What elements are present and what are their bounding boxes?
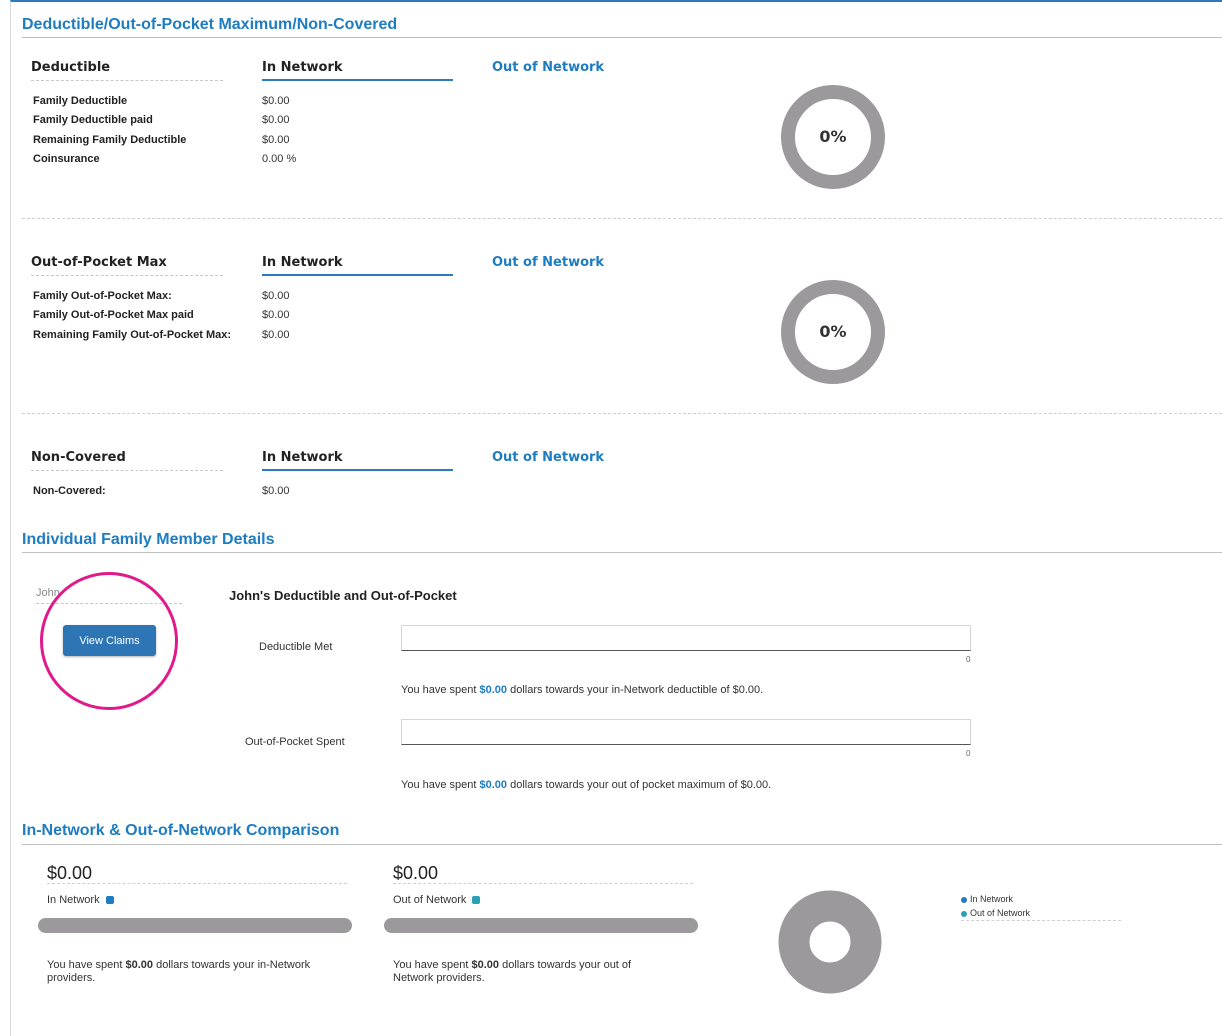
- legend-divider: [961, 920, 1121, 921]
- note-amount: $0.00: [471, 959, 500, 971]
- member-name[interactable]: John: [36, 587, 60, 599]
- in-network-heading: In Network: [262, 450, 343, 465]
- oop-progress-ring: 0%: [781, 280, 885, 384]
- in-network-amount: $0.00: [47, 863, 93, 883]
- view-claims-button[interactable]: View Claims: [63, 625, 156, 656]
- section-title-summary: Deductible/Out-of-Pocket Maximum/Non-Cov…: [22, 16, 398, 33]
- row-label: Remaining Family Out-of-Pocket Max:: [33, 329, 232, 341]
- in-network-heading: In Network: [262, 60, 343, 75]
- member-divider: [36, 603, 182, 604]
- out-network-swatch-icon: [472, 896, 481, 905]
- in-network-heading: In Network: [262, 255, 343, 270]
- axis-zero-label: 0: [966, 749, 971, 758]
- note-amount: $0.00: [125, 959, 154, 971]
- deductible-percent: 0%: [819, 127, 846, 146]
- out-network-tab[interactable]: Out of Network: [492, 450, 604, 465]
- row-value: $0.00: [262, 329, 290, 341]
- legend-label: In Network: [970, 894, 1014, 904]
- out-network-bar: [384, 918, 698, 933]
- row-label: Non-Covered:: [33, 485, 106, 497]
- out-network-tab[interactable]: Out of Network: [492, 60, 604, 75]
- section-title-members: Individual Family Member Details: [22, 531, 275, 548]
- in-network-bar: [38, 918, 352, 933]
- axis-zero-label: 0: [966, 655, 971, 664]
- note-text: You have spent: [401, 684, 480, 696]
- section-title-comparison: In-Network & Out-of-Network Comparison: [22, 822, 340, 839]
- in-network-swatch-icon: [105, 896, 114, 905]
- heading-divider: [31, 470, 223, 471]
- legend-item-out-network: Out of Network: [961, 908, 1030, 918]
- in-network-label: In Network: [47, 894, 114, 906]
- legend-dot-icon: [961, 896, 967, 903]
- note-text: You have spent: [47, 959, 126, 971]
- section-rule: [22, 37, 1222, 38]
- note-amount: $0.00: [479, 684, 508, 696]
- row-value: $0.00: [262, 290, 290, 302]
- out-network-label: Out of Network: [393, 894, 481, 906]
- deductible-met-bar: [401, 625, 971, 651]
- row-label: Remaining Family Deductible: [33, 134, 187, 146]
- donut-track: [778, 890, 882, 994]
- row-label: Family Deductible paid: [33, 114, 153, 126]
- oop-note: You have spent $0.00 dollars towards you…: [401, 779, 771, 791]
- comparison-donut: [778, 890, 882, 994]
- deductible-note: You have spent $0.00 dollars towards you…: [401, 684, 763, 696]
- legend-label: Out of Network: [970, 908, 1031, 918]
- deductible-progress-ring: 0%: [781, 85, 885, 189]
- deductible-heading: Deductible: [31, 60, 111, 75]
- in-network-underline: [262, 274, 453, 276]
- legend-dot-icon: [961, 910, 967, 917]
- member-detail-title: John's Deductible and Out-of-Pocket: [229, 588, 457, 603]
- in-network-underline: [262, 79, 453, 81]
- note-text: dollars towards your in-Network deductib…: [507, 684, 764, 696]
- section-divider: [22, 218, 1222, 219]
- note-text: dollars towards your out of pocket maxim…: [507, 779, 772, 791]
- oop-heading: Out-of-Pocket Max: [31, 255, 167, 270]
- row-value: $0.00: [262, 95, 290, 107]
- amount-divider: [393, 883, 693, 884]
- oop-spent-bar: [401, 719, 971, 745]
- noncovered-heading: Non-Covered: [31, 450, 126, 465]
- out-network-amount: $0.00: [393, 863, 439, 883]
- out-network-tab[interactable]: Out of Network: [492, 255, 604, 270]
- section-divider: [22, 413, 1222, 414]
- row-value: $0.00: [262, 114, 290, 126]
- row-label: Family Deductible: [33, 95, 128, 107]
- row-value: 0.00 %: [262, 153, 297, 165]
- row-value: $0.00: [262, 485, 290, 497]
- deductible-met-label: Deductible Met: [259, 641, 333, 653]
- legend-item-in-network: In Network: [961, 894, 1013, 904]
- row-value: $0.00: [262, 134, 290, 146]
- section-rule: [22, 552, 1222, 553]
- out-network-spent-note: You have spent $0.00 dollars towards you…: [393, 959, 673, 985]
- heading-divider: [31, 80, 223, 81]
- amount-divider: [47, 883, 347, 884]
- note-text: You have spent: [401, 779, 480, 791]
- in-network-spent-note: You have spent $0.00 dollars towards you…: [47, 959, 347, 985]
- row-label: Family Out-of-Pocket Max paid: [33, 309, 194, 321]
- out-network-label-text: Out of Network: [393, 894, 467, 906]
- section-rule: [22, 844, 1222, 845]
- oop-percent: 0%: [819, 322, 846, 341]
- note-text: You have spent: [393, 959, 472, 971]
- page-frame: [10, 0, 1222, 1036]
- row-value: $0.00: [262, 309, 290, 321]
- oop-spent-label: Out-of-Pocket Spent: [245, 736, 345, 748]
- row-label: Coinsurance: [33, 153, 100, 165]
- heading-divider: [31, 275, 223, 276]
- in-network-underline: [262, 469, 453, 471]
- row-label: Family Out-of-Pocket Max:: [33, 290, 172, 302]
- in-network-label-text: In Network: [47, 894, 100, 906]
- note-amount: $0.00: [479, 779, 508, 791]
